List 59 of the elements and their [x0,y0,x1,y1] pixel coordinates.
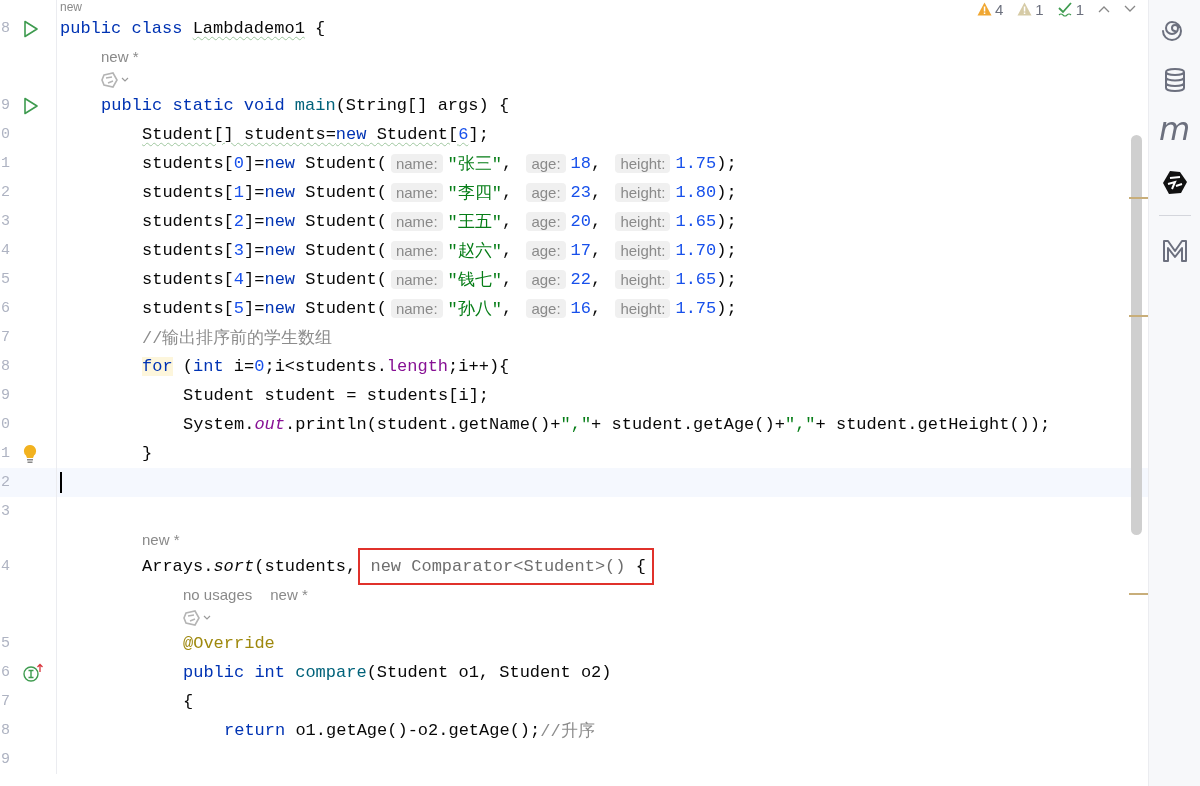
code-line: students[2]=new Student( name: "王五", age: 20, height: 1.65); [142,211,737,233]
lightbulb-icon[interactable] [23,443,37,464]
code-lens[interactable]: new * [142,530,180,548]
code-line: Student[] students=new Student[6]; [142,125,489,144]
line-number: 5 [1,635,11,652]
line-number: 4 [1,558,11,575]
m-logo-icon[interactable] [1161,239,1188,263]
code-lens[interactable]: new [60,0,82,14]
code-lens[interactable]: no usages [183,585,253,603]
code-line: students[0]=new Student( name: "张三", age: 18, height: 1.75); [142,153,737,175]
code-line: public int compare(Student o1, Student o2) [183,663,612,682]
line-number: 1 [1,155,11,172]
line-number: 7 [1,329,11,346]
line-number: 4 [1,242,11,259]
typo-count[interactable]: 1 [1057,0,1084,18]
line-number: 5 [1,271,11,288]
code-line: public static void main(String[] args) { [101,96,510,115]
code-line: students[5]=new Student( name: "孙八", age: 16, height: 1.75); [142,298,737,320]
code-line: { [183,692,194,711]
line-number: 2 [1,474,11,491]
code-line: students[1]=new Student( name: "李四", age: 23, height: 1.80); [142,182,737,204]
line-number: 0 [1,126,11,143]
line-number: 0 [1,416,11,433]
code-line: students[4]=new Student( name: "钱七", age: 22, height: 1.65); [142,269,737,291]
next-icon[interactable] [1124,5,1136,13]
line-number: 9 [1,387,11,404]
line-number: 3 [1,503,11,520]
code-lens[interactable]: new * [101,47,139,65]
line-number: 6 [1,300,11,317]
ai-assistant-icon[interactable] [1160,169,1189,197]
implements-icon[interactable] [23,662,45,683]
line-number: 8 [1,722,11,739]
code-line: Arrays.sort(students, new Comparator<Student>() { [142,548,654,585]
code-line: @Override [183,634,275,653]
code-line: students[3]=new Student( name: "赵六", age: 17, height: 1.70); [142,240,737,262]
code-lens[interactable]: new * [270,585,308,603]
line-number: 7 [1,693,11,710]
code-line: for (int i=0;i<students.length;i++){ [142,357,510,376]
previous-icon[interactable] [1098,5,1110,13]
code-line: System.out.println(student.getName()+","+ student.getAge()+","+ student.getHeight()); [183,415,1051,434]
warning-count[interactable]: 1 [1017,0,1044,18]
line-number: 9 [1,97,11,114]
code-line: } [142,444,153,463]
line-number: 2 [1,184,11,201]
warning-count[interactable]: 4 [976,0,1004,18]
toolbar-glyph[interactable]: m [1158,114,1191,144]
line-number: 9 [1,751,11,768]
run-icon[interactable] [23,19,39,38]
code-line: return o1.getAge()-o2.getAge();//升序 [224,720,595,742]
line-number: 6 [1,664,11,681]
run-icon[interactable] [23,96,39,115]
code-line: Student student = students[i]; [183,386,490,405]
scrollbar-thumb[interactable] [1131,135,1142,535]
line-number: 1 [1,445,11,462]
code-line: //输出排序前的学生数组 [142,327,333,349]
line-number: 8 [1,20,11,37]
line-number: 3 [1,213,11,230]
line-number: 8 [1,358,11,375]
code-line: public class Lambdademo1 { [60,19,326,38]
